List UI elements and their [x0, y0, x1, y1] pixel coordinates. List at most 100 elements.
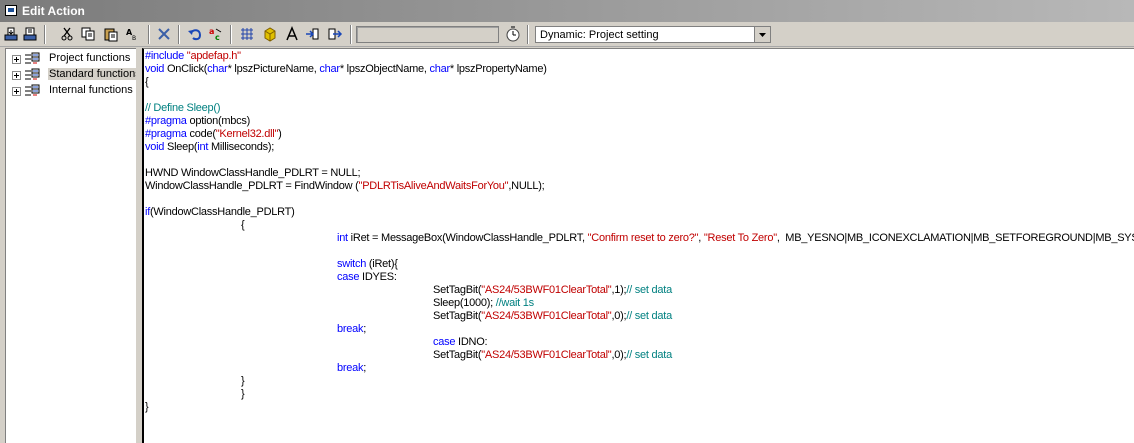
goto-icon — [306, 28, 319, 40]
code-line: switch (iRet){ — [337, 258, 398, 271]
code-line: case IDYES: — [337, 271, 397, 284]
code-line: HWND WindowClassHandle_PDLRT = NULL; — [145, 167, 361, 180]
import-button[interactable] — [21, 25, 39, 43]
tree-item-internal-functions[interactable]: Internal functions — [6, 83, 136, 99]
code-token: ,0); — [611, 310, 627, 322]
svg-text:B: B — [132, 35, 136, 42]
tag-button[interactable] — [261, 25, 279, 43]
code-token: break — [337, 362, 364, 374]
code-token: int — [197, 141, 209, 153]
compile-code-button[interactable]: ac — [207, 25, 225, 43]
copy-button[interactable] — [79, 25, 97, 43]
code-line: break; — [337, 362, 366, 375]
code-token: ) — [278, 128, 282, 140]
undo-icon — [188, 29, 202, 41]
delete-icon — [158, 28, 170, 40]
paste-icon — [104, 28, 118, 42]
code-token: char — [429, 63, 450, 75]
code-line: } — [241, 375, 245, 388]
paste-button[interactable] — [102, 25, 120, 43]
code-token: void — [145, 63, 165, 75]
clock-icon — [506, 26, 520, 42]
code-token: ; — [363, 323, 367, 335]
search-field[interactable] — [356, 26, 499, 43]
code-token: IDYES: — [359, 271, 397, 283]
compile-icon — [4, 27, 18, 41]
code-line: int iRet = MessageBox(WindowClassHandle_… — [337, 232, 1134, 245]
code-token: // set data — [626, 284, 672, 296]
trigger-icon — [241, 28, 253, 40]
expand-icon[interactable] — [12, 87, 21, 96]
code-token: ,1); — [611, 284, 627, 296]
code-token: char — [207, 63, 228, 75]
dynamic-select-value: Dynamic: Project setting — [540, 29, 659, 41]
trigger-button[interactable] — [238, 25, 256, 43]
dynamic-select[interactable]: Dynamic: Project setting — [535, 26, 771, 43]
delete-button[interactable] — [155, 25, 173, 43]
chevron-down-icon[interactable] — [754, 27, 770, 42]
code-line: case IDNO: — [433, 336, 488, 349]
code-token: int — [337, 232, 348, 244]
export-icon — [328, 28, 343, 40]
code-line: SetTagBit("AS24/53BWF01ClearTotal",0);//… — [433, 310, 672, 323]
tree-item-label: Internal functions — [49, 84, 133, 96]
code-token: case — [337, 271, 360, 283]
code-token: SetTagBit( — [433, 310, 482, 322]
code-token: (WindowClassHandle_PDLRT) — [150, 206, 295, 218]
code-token: Milliseconds); — [208, 141, 275, 153]
font-icon — [286, 26, 298, 41]
code-line: { — [145, 76, 149, 89]
code-token: Sleep( — [164, 141, 198, 153]
tree-item-project-functions[interactable]: Project functions — [6, 51, 136, 67]
code-token: void — [145, 141, 165, 153]
code-token: * lpszObjectName, — [339, 63, 430, 75]
code-line: } — [145, 401, 149, 414]
code-token: ,0); — [611, 349, 627, 361]
code-line: #pragma option(mbcs) — [145, 115, 250, 128]
code-token: option(mbcs) — [186, 115, 251, 127]
code-line: WindowClassHandle_PDLRT = FindWindow ("P… — [145, 180, 545, 193]
undo-button[interactable] — [186, 25, 204, 43]
expand-icon[interactable] — [12, 55, 21, 64]
svg-text:a: a — [209, 27, 214, 36]
tree-item-standard-functions[interactable]: Standard functions — [6, 67, 136, 83]
format-button[interactable]: AB — [124, 25, 142, 43]
function-tree: Project functions Standard functions Int… — [5, 48, 136, 443]
compile-button[interactable] — [2, 25, 20, 43]
goto-button[interactable] — [303, 25, 321, 43]
code-token: SetTagBit( — [433, 284, 482, 296]
code-line: { — [241, 219, 245, 232]
code-editor[interactable]: #include "apdefap.h" void OnClick(char* l… — [142, 48, 1134, 443]
code-line: if(WindowClassHandle_PDLRT) — [145, 206, 295, 219]
cut-icon — [61, 27, 73, 41]
window-app-icon — [5, 5, 17, 16]
window-title: Edit Action — [22, 4, 85, 18]
export-button[interactable] — [326, 25, 344, 43]
code-token: Sleep(1000); — [433, 297, 496, 309]
tag-icon — [264, 27, 276, 42]
code-line: #include "apdefap.h" — [145, 50, 241, 63]
copy-icon — [81, 27, 95, 41]
code-token: #include — [145, 50, 187, 62]
trigger-clock-button[interactable] — [504, 25, 522, 43]
code-token: code( — [186, 128, 216, 140]
import-icon — [23, 27, 37, 41]
code-token: * lpszPropertyName) — [449, 63, 547, 75]
code-line: void OnClick(char* lpszPictureName, char… — [145, 63, 547, 76]
cut-button[interactable] — [58, 25, 76, 43]
font-button[interactable] — [283, 25, 301, 43]
code-token: //wait 1s — [495, 297, 534, 309]
code-line: Sleep(1000); //wait 1s — [433, 297, 534, 310]
code-line: break; — [337, 323, 366, 336]
code-token: // Define Sleep() — [145, 102, 221, 114]
code-token: "Reset To Zero" — [703, 232, 777, 244]
title-bar: Edit Action — [0, 0, 1134, 22]
code-token: // set data — [626, 349, 672, 361]
code-token: } — [241, 375, 245, 387]
code-line: #pragma code("Kernel32.dll") — [145, 128, 282, 141]
code-token: * lpszPictureName, — [227, 63, 320, 75]
code-token: "apdefap.h" — [186, 50, 241, 62]
code-line: SetTagBit("AS24/53BWF01ClearTotal",0);//… — [433, 349, 672, 362]
expand-icon[interactable] — [12, 71, 21, 80]
code-line: // Define Sleep() — [145, 102, 220, 115]
